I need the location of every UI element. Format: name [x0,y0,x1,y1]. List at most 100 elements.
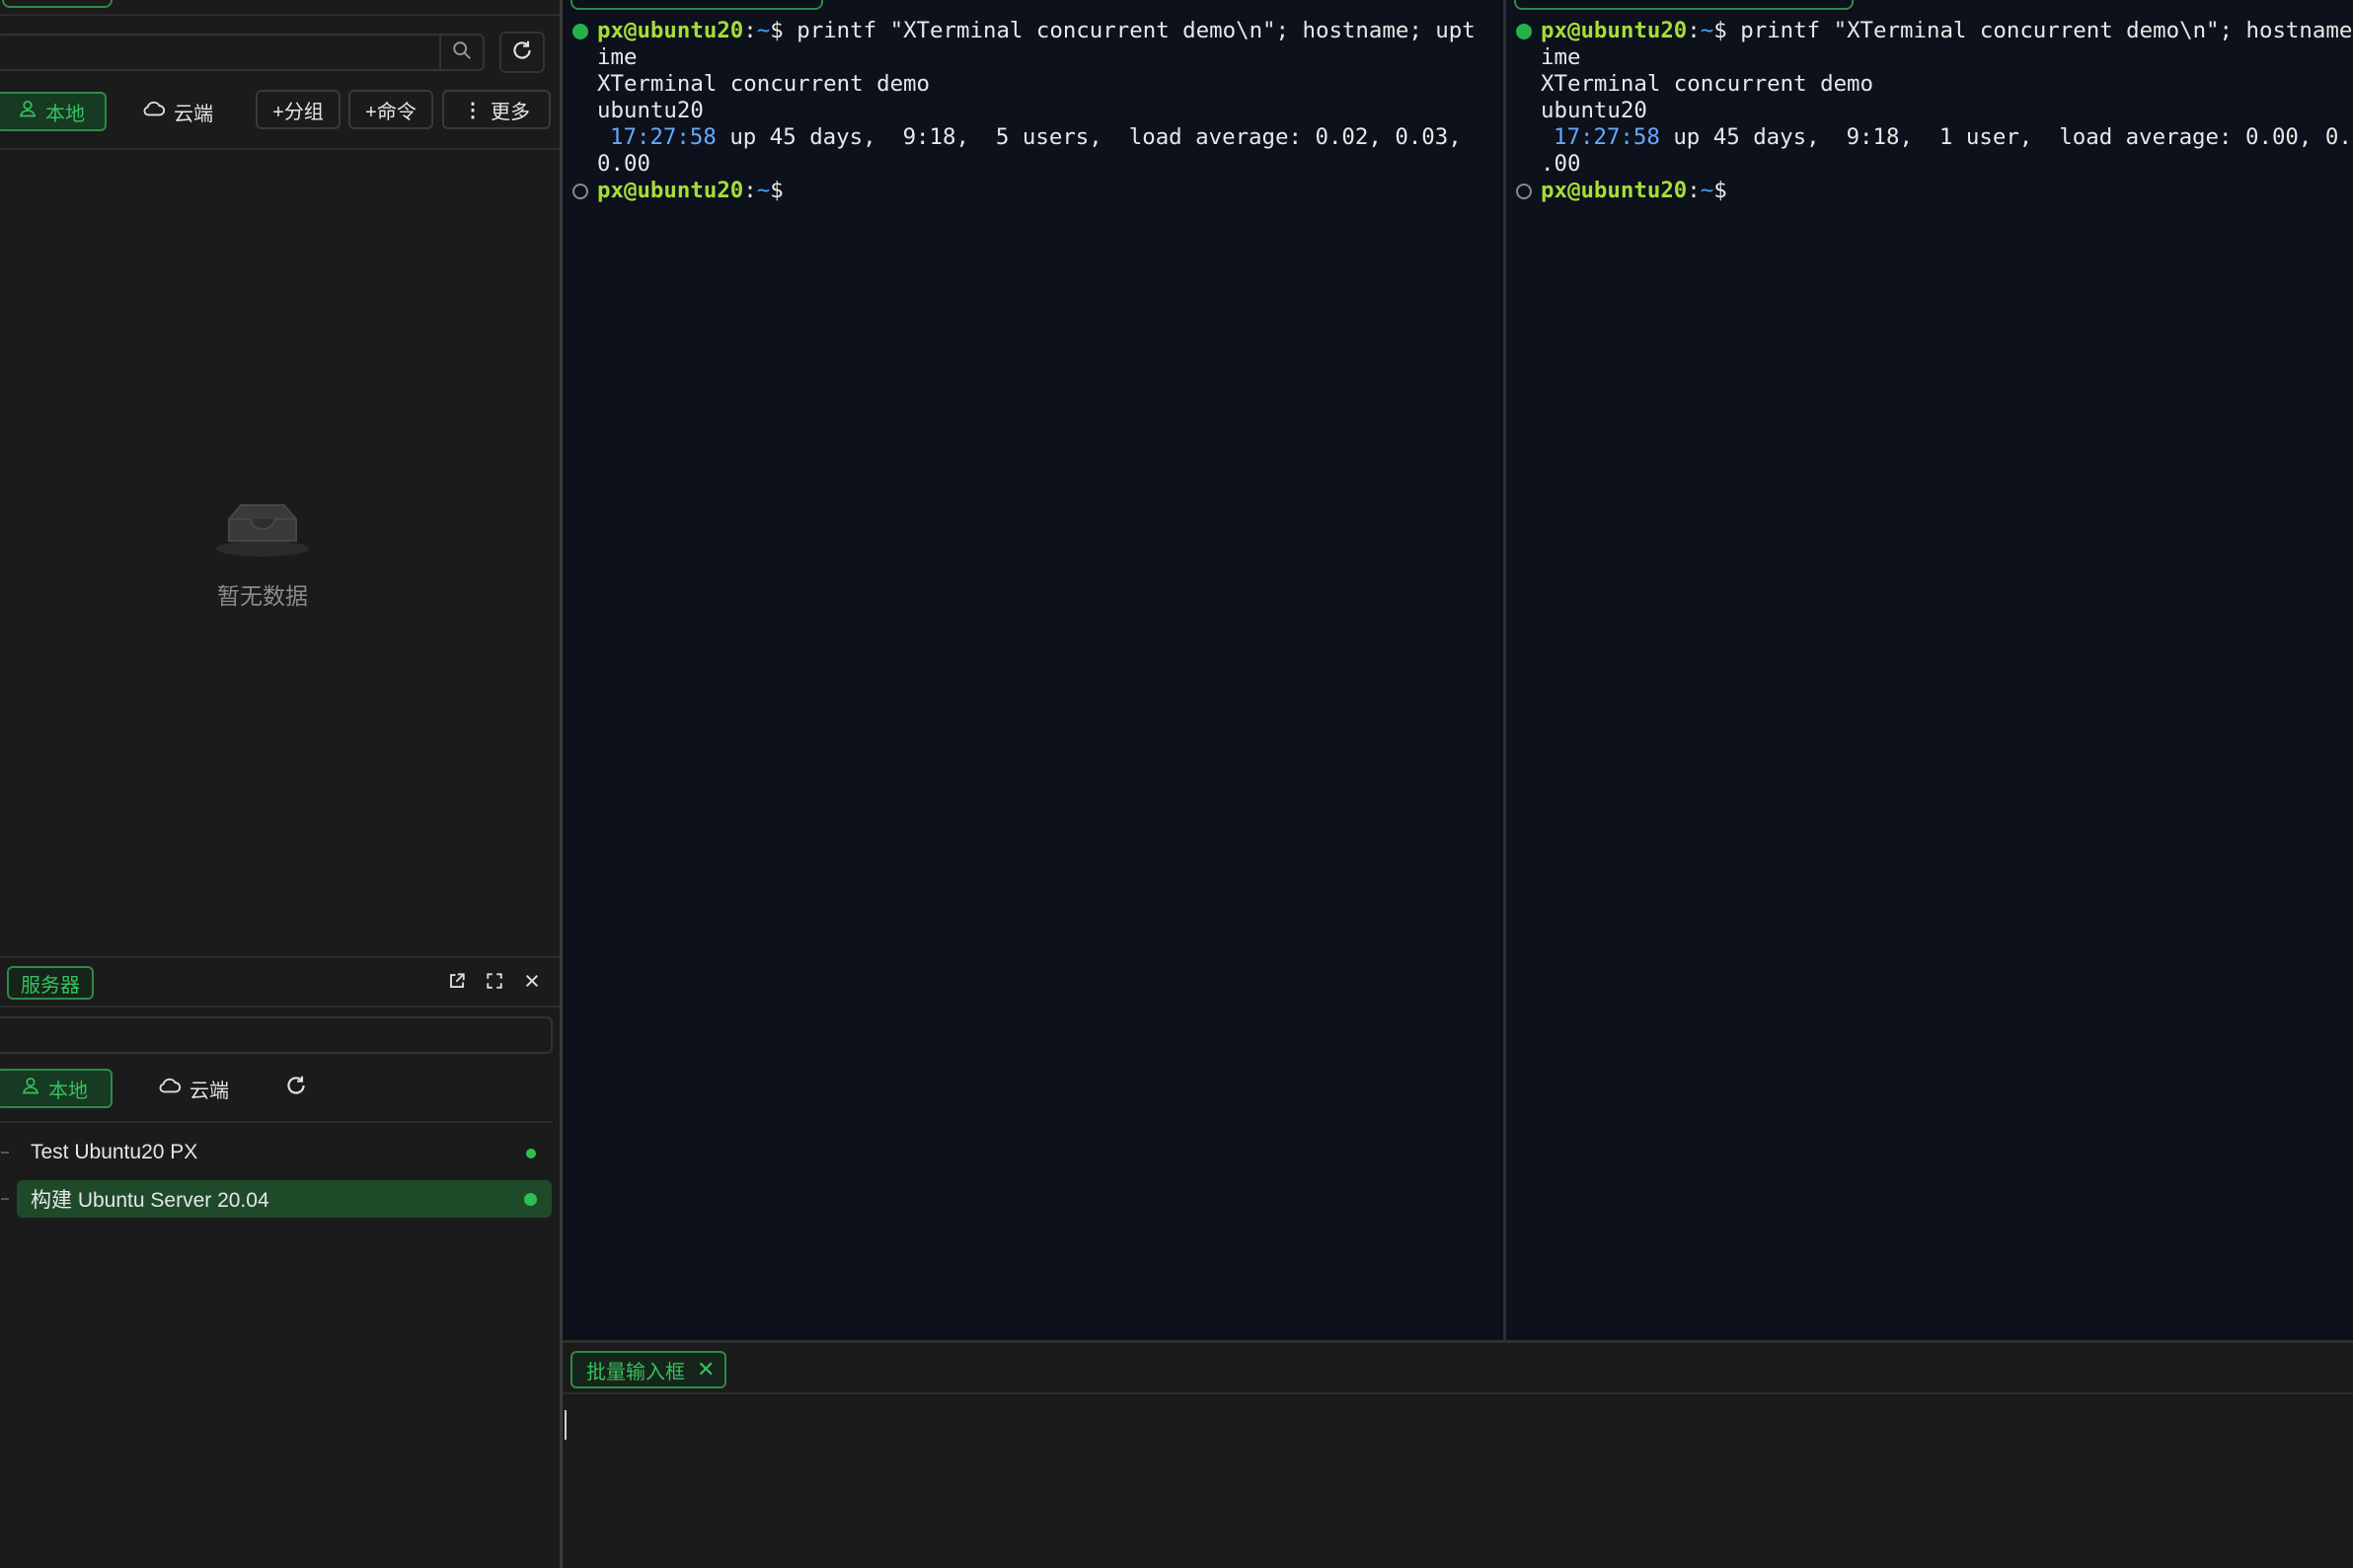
refresh-icon [509,37,535,68]
search-button[interactable] [439,36,483,69]
server-tab-cloud-label: 云端 [190,1080,229,1102]
server-tab-cloud[interactable]: 云端 [142,1069,245,1108]
more-button[interactable]: ⋮ 更多 [442,90,551,129]
add-command-label: +命令 [365,101,417,123]
prompt-path: ~ [1700,18,1714,43]
tab-cloud[interactable]: 云端 [128,92,227,131]
server-item[interactable]: Test Ubuntu20 PX [1,1134,552,1171]
empty-text: 暂无数据 [217,583,308,609]
cloud-icon [158,1076,182,1101]
command-search [0,34,485,71]
command-line: px@ubuntu20:~$ printf "XTerminal concurr… [1541,18,2353,44]
command-success-icon [1516,24,1532,39]
cloud-icon [142,99,166,124]
prompt-colon: : [1687,178,1701,203]
server-name: 构建 Ubuntu Server 20.04 [31,1189,269,1212]
add-group-button[interactable]: +分组 [256,90,341,129]
batch-input-title: 批量输入框 [586,1361,685,1383]
tree-line [1,1198,9,1200]
command-success-icon [572,24,588,39]
prompt-suffix: $ [1713,18,1741,43]
empty-inbox-icon [213,504,312,562]
fullscreen-icon[interactable] [485,971,504,991]
external-link-icon[interactable] [447,971,467,991]
prompt-host: px@ubuntu20 [1541,18,1688,43]
server-tab-local[interactable]: 本地 [0,1069,113,1108]
search-input[interactable] [6,39,434,67]
status-online-dot [524,1193,537,1206]
prompt-suffix: $ [1713,178,1741,203]
prompt-suffix: $ [770,178,797,203]
uptime-text: up 45 days, 9:18, 1 user, load average: … [1659,124,2353,150]
prompt-suffix: $ [770,18,797,43]
prompt-line: px@ubuntu20:~$ [1541,178,1740,204]
divider [0,14,560,16]
uptime-text: up 45 days, 9:18, 5 users, load average:… [716,124,1462,150]
uptime-line: 17:27:58 up 45 days, 9:18, 1 user, load … [1554,124,2353,151]
output-line: ubuntu20 [1541,98,1647,123]
uptime-time: 17:27:58 [610,124,717,150]
server-tab-local-label: 本地 [48,1080,88,1102]
divider [0,1121,553,1123]
close-icon[interactable]: ✕ [697,1357,715,1382]
command-text: printf "XTerminal concurrent demo\n"; ho… [1740,18,2353,43]
sidebar: 本地 云端 +分组 +命令 ⋮ 更多 暂无数据 服务器 本地 云端 Test U… [0,0,560,1568]
server-name: Test Ubuntu20 PX [31,1141,198,1163]
server-filter [0,1016,553,1054]
more-icon: ⋮ [463,99,483,121]
add-group-label: +分组 [272,101,324,123]
command-text: printf "XTerminal concurrent demo\n"; ho… [797,18,1476,43]
text-caret [565,1410,567,1440]
divider [0,148,560,150]
prompt-path: ~ [756,178,771,203]
batch-input-field[interactable] [563,1394,2353,1568]
refresh-icon [283,1073,309,1104]
terminal-tab-2[interactable] [1514,0,1854,10]
tab-cloud-label: 云端 [174,103,213,125]
user-icon [18,99,38,124]
prompt-host: px@ubuntu20 [597,18,744,43]
batch-input-header: 批量输入框 ✕ [563,1343,2353,1394]
command-wrap: ime [1541,44,1581,70]
uptime-wrap: .00 [1541,151,1581,177]
terminal-pane-1[interactable]: px@ubuntu20:~$ printf "XTerminal concurr… [563,0,1503,1340]
server-panel-tab[interactable]: 服务器 [7,966,94,1000]
server-panel-title: 服务器 [21,974,80,997]
server-refresh-button[interactable] [274,1069,318,1108]
prompt-line: px@ubuntu20:~$ [597,178,797,204]
sidebar-top-tab[interactable] [2,0,113,8]
terminal-tab-1[interactable] [570,0,823,10]
prompt-path: ~ [1700,178,1714,203]
add-command-button[interactable]: +命令 [348,90,433,129]
prompt-idle-icon [572,184,588,199]
prompt-colon: : [1687,18,1701,43]
terminal-pane-2[interactable]: px@ubuntu20:~$ printf "XTerminal concurr… [1506,0,2353,1340]
command-wrap: ime [597,44,638,70]
more-label: 更多 [491,101,530,123]
tab-local[interactable]: 本地 [0,92,107,131]
status-online-dot [526,1149,536,1158]
output-line: ubuntu20 [597,98,704,123]
search-icon [451,39,473,66]
uptime-wrap: 0.00 [597,151,650,177]
server-item-selected[interactable]: 构建 Ubuntu Server 20.04 [1,1180,552,1218]
prompt-idle-icon [1516,184,1532,199]
empty-state: 暂无数据 [197,493,328,611]
output-line: XTerminal concurrent demo [1541,71,1874,97]
prompt-colon: : [743,178,757,203]
close-icon[interactable] [522,971,542,991]
command-line: px@ubuntu20:~$ printf "XTerminal concurr… [597,18,1476,44]
prompt-host: px@ubuntu20 [597,178,744,203]
uptime-line: 17:27:58 up 45 days, 9:18, 5 users, load… [610,124,1462,151]
prompt-host: px@ubuntu20 [1541,178,1688,203]
server-panel-header: 服务器 [0,956,560,1008]
batch-input-tab[interactable]: 批量输入框 ✕ [570,1351,727,1388]
tab-local-label: 本地 [45,103,85,125]
prompt-colon: : [743,18,757,43]
prompt-path: ~ [756,18,771,43]
refresh-button[interactable] [499,32,545,73]
user-icon [21,1076,40,1101]
server-filter-input[interactable] [8,1022,525,1050]
output-line: XTerminal concurrent demo [597,71,931,97]
tree-line [1,1152,9,1154]
